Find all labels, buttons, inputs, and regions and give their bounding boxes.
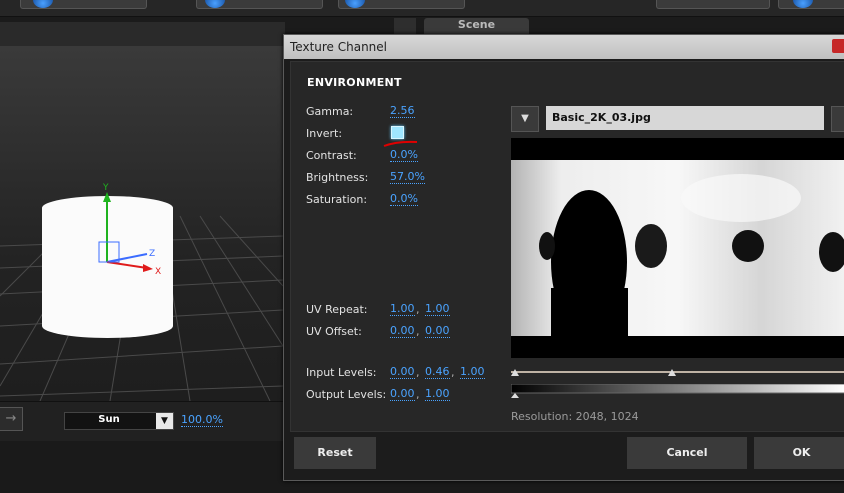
reset-button[interactable]: Reset [294, 437, 376, 469]
output-levels-slider[interactable] [511, 384, 844, 398]
viewport-header [0, 22, 285, 47]
dialog-title: Texture Channel [290, 40, 388, 54]
separator: , [416, 366, 420, 379]
input-levels-slider[interactable] [511, 366, 844, 382]
separator: , [416, 303, 420, 316]
input-level-black[interactable]: 0.00 [390, 366, 415, 379]
contrast-value[interactable]: 0.0% [390, 149, 418, 162]
uv-repeat-label: UV Repeat: [306, 303, 368, 316]
input-level-white[interactable]: 1.00 [460, 366, 485, 379]
brightness-label: Brightness: [306, 171, 369, 184]
uv-offset-u[interactable]: 0.00 [390, 325, 415, 338]
toolbar-button-2[interactable] [196, 0, 323, 9]
light-intensity-value[interactable]: 100.0% [181, 413, 223, 427]
separator: , [416, 388, 420, 401]
cancel-button[interactable]: Cancel [627, 437, 747, 469]
light-select[interactable]: Sun ▼ [64, 412, 174, 430]
texture-filename-field[interactable]: Basic_2K_03.jpg [546, 106, 824, 130]
output-level-black[interactable]: 0.00 [390, 388, 415, 401]
3d-viewport[interactable]: Y Z X [0, 46, 283, 401]
red-annotation-mark [383, 140, 418, 147]
dialog-titlebar[interactable]: Texture Channel [284, 35, 844, 59]
gamma-label: Gamma: [306, 105, 354, 118]
file-dropdown-button[interactable]: ▼ [511, 106, 539, 132]
texture-preview [511, 138, 844, 358]
section-title: ENVIRONMENT [307, 76, 402, 89]
app-orb-icon [793, 0, 813, 8]
browse-button[interactable] [831, 106, 844, 132]
saturation-value[interactable]: 0.0% [390, 193, 418, 206]
chevron-down-icon[interactable]: ▼ [156, 413, 173, 429]
toolbar-button-4[interactable] [656, 0, 770, 9]
axis-z-label: Z [149, 249, 155, 259]
toolbar-button-3[interactable] [338, 0, 465, 9]
top-toolbar [0, 0, 844, 17]
app-orb-icon [345, 0, 365, 8]
environment-panel: ENVIRONMENT Gamma: 2.56 Invert: Contrast… [290, 61, 844, 432]
separator: , [416, 325, 420, 338]
light-select-value: Sun [98, 414, 120, 425]
arrow-right-icon[interactable]: → [0, 407, 23, 431]
app-orb-icon [33, 0, 53, 8]
toolbar-button-1[interactable] [20, 0, 147, 9]
ok-button[interactable]: OK [754, 437, 844, 469]
panel-collapse-button[interactable] [394, 18, 416, 34]
toolbar-button-5[interactable] [778, 0, 844, 9]
uv-repeat-v[interactable]: 1.00 [425, 303, 450, 316]
texture-channel-dialog: Texture Channel ENVIRONMENT Gamma: 2.56 … [283, 34, 844, 481]
input-level-mid[interactable]: 0.46 [425, 366, 450, 379]
saturation-label: Saturation: [306, 193, 368, 206]
texture-resolution: Resolution: 2048, 1024 [511, 410, 639, 423]
app-orb-icon [205, 0, 225, 8]
transform-gizmo[interactable]: Y Z X [95, 180, 175, 275]
separator: , [451, 366, 455, 379]
contrast-label: Contrast: [306, 149, 357, 162]
brightness-value[interactable]: 57.0% [390, 171, 425, 184]
gamma-value[interactable]: 2.56 [390, 105, 415, 118]
output-level-white[interactable]: 1.00 [425, 388, 450, 401]
axis-y-label: Y [102, 183, 109, 193]
tab-scene[interactable]: Scene [424, 18, 529, 34]
chevron-down-icon: ▼ [521, 113, 529, 124]
uv-offset-label: UV Offset: [306, 325, 362, 338]
axis-x-label: X [155, 267, 161, 275]
uv-repeat-u[interactable]: 1.00 [390, 303, 415, 316]
uv-offset-v[interactable]: 0.00 [425, 325, 450, 338]
input-levels-label: Input Levels: [306, 366, 377, 379]
invert-label: Invert: [306, 127, 343, 140]
close-icon[interactable] [832, 39, 844, 53]
output-levels-label: Output Levels: [306, 388, 387, 401]
output-black-handle[interactable] [511, 393, 519, 398]
